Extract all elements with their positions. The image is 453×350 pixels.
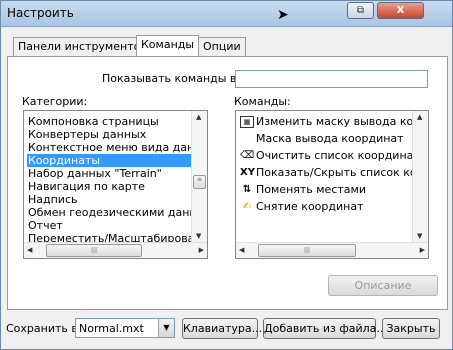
list-item-selected[interactable]: Координаты [27,154,191,167]
restore-icon: ⧉ [356,5,365,16]
list-item[interactable]: Маска вывода координат [240,131,412,147]
title-bar: Настроить ➤ ⧉ X [1,1,452,27]
chevron-down-icon[interactable]: ▼ [158,319,174,337]
description-button[interactable]: Описание [328,275,438,296]
scroll-left-icon[interactable]: ◀ [27,246,32,254]
list-item[interactable]: Обмен геодезическими данными [27,206,191,219]
list-item[interactable]: Отчет [27,219,191,232]
scroll-thumb[interactable]: ||| [46,244,142,257]
commands-horizontal-scrollbar[interactable]: ◀ ||| ▶ [236,242,428,258]
scroll-right-icon[interactable]: ▶ [420,246,425,254]
save-in-value: Normal.mxt [79,322,144,335]
mouse-cursor-icon: ➤ [277,7,289,23]
list-item[interactable]: Контекстное меню вида данных [27,141,191,154]
close-window-button[interactable]: X [377,2,424,19]
list-item[interactable]: Компоновка страницы [27,115,191,128]
list-item[interactable]: ⌫ Очистить список координат [240,148,412,164]
capture-coordinates-icon: ✍ [242,201,252,212]
list-item[interactable]: Конвертеры данных [27,128,191,141]
show-commands-label: Показывать команды в: [102,72,241,85]
list-item[interactable]: ▦Изменить маску вывода координ [240,114,412,130]
categories-listbox[interactable]: Компоновка страницы Конвертеры данных Ко… [23,110,208,259]
command-label: Очистить список координат [256,149,412,162]
save-in-label: Сохранить в: [6,322,82,335]
list-item[interactable]: ⇅ Поменять местами [240,182,412,198]
save-in-select[interactable]: Normal.mxt ▼ [75,318,175,338]
customize-dialog: Настроить ➤ ⧉ X Панели инструментов Кома… [0,0,453,350]
window-title: Настроить [7,6,74,20]
tab-options[interactable]: Опции [198,37,246,56]
scroll-down-icon[interactable]: ▼ [417,232,422,240]
commands-label: Команды: [234,95,291,108]
keyboard-button[interactable]: Клавиатура... [182,318,262,339]
categories-horizontal-scrollbar[interactable]: ◀ ||| ▶ [24,242,207,258]
commands-tab-panel: Показывать команды в: Категории: Компоно… [7,56,448,310]
command-label: Поменять местами [256,183,366,196]
list-item[interactable]: XYПоказать/Скрыть список коорди [240,165,412,181]
scroll-thumb[interactable]: ||| [258,244,356,257]
scroll-down-icon[interactable]: ▼ [196,232,201,240]
scroll-left-icon[interactable]: ◀ [239,246,244,254]
tab-commands[interactable]: Команды [136,35,200,56]
mask-edit-icon: ▦ [240,116,254,128]
coordinate-list-icon: XY [240,167,255,178]
list-item[interactable]: Надпись [27,193,191,206]
blank-icon [240,133,254,145]
eraser-icon: ⌫ [240,150,255,161]
scroll-up-icon[interactable]: ▲ [417,113,422,121]
scroll-thumb[interactable]: ≡ [193,175,206,189]
scroll-right-icon[interactable]: ▶ [199,246,204,254]
restore-button[interactable]: ⧉ [347,2,374,19]
list-item[interactable]: Навигация по карте [27,180,191,193]
close-icon: X [396,5,405,16]
command-label: Снятие координат [256,200,364,213]
close-button[interactable]: Закрыть [382,318,440,339]
scroll-up-icon[interactable]: ▲ [196,113,201,121]
command-label: Изменить маску вывода координ [256,115,412,128]
show-commands-input[interactable] [235,70,428,88]
command-label: Маска вывода координат [256,132,404,145]
add-from-file-button[interactable]: Добавить из файла... [263,318,387,339]
commands-listbox[interactable]: ▦Изменить маску вывода координ Маска выв… [235,110,429,259]
swap-icon: ⇅ [242,184,252,195]
tab-toolbars[interactable]: Панели инструментов [13,37,152,56]
categories-label: Категории: [22,95,88,108]
categories-vertical-scrollbar[interactable]: ▲ ≡ ▼ [191,111,207,242]
commands-vertical-scrollbar[interactable]: ▲ ▼ [412,111,428,242]
command-label: Показать/Скрыть список коорди [256,166,412,179]
list-item[interactable]: ✍ Снятие координат [240,199,412,215]
list-item[interactable]: Набор данных "Terrain" [27,167,191,180]
